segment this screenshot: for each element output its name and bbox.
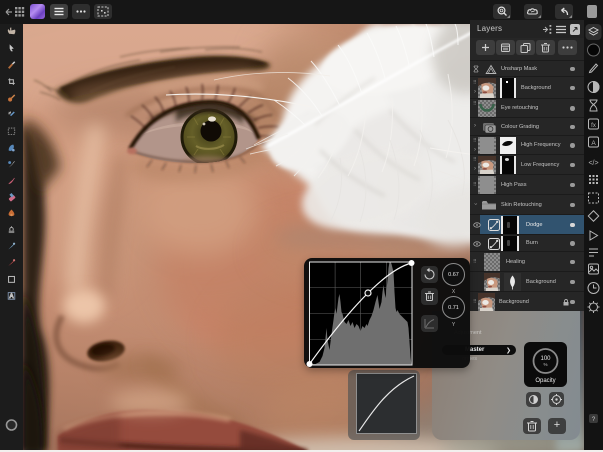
- svg-text:%: %: [543, 362, 547, 367]
- svg-text:fx: fx: [591, 123, 596, 129]
- svg-text:</>: </>: [588, 160, 598, 167]
- svg-text:A: A: [10, 294, 14, 300]
- svg-text:A: A: [591, 140, 596, 147]
- svg-text:Opacity: Opacity: [535, 378, 555, 384]
